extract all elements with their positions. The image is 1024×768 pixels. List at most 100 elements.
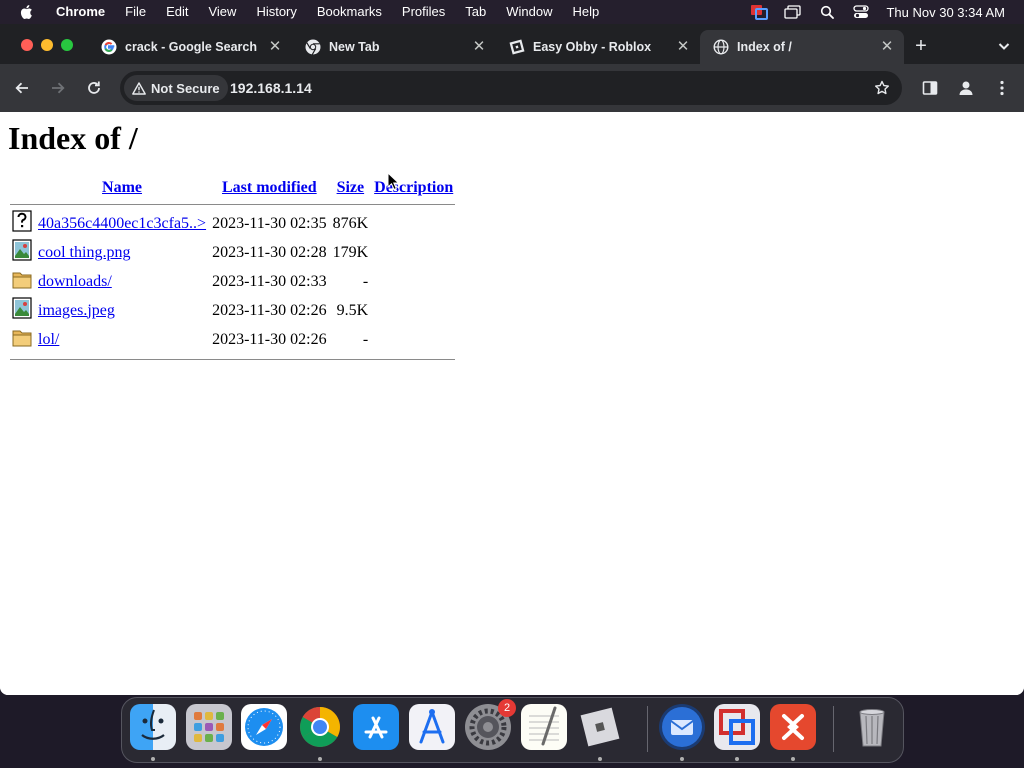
side-panel-button[interactable] — [920, 78, 940, 98]
running-indicator — [598, 757, 602, 761]
profile-button[interactable] — [956, 78, 976, 98]
close-tab-icon[interactable]: ✕ — [472, 39, 486, 54]
dock-textedit-icon[interactable] — [521, 704, 567, 750]
spotlight-search-icon[interactable] — [816, 4, 838, 20]
macos-dock: 2 — [121, 697, 904, 763]
reload-button[interactable] — [84, 78, 104, 98]
dock-parallels-icon[interactable] — [714, 704, 760, 750]
tab-strip: crack - Google Search ✕ New Tab ✕ Easy O… — [0, 24, 1024, 64]
tab-title: Index of / — [737, 40, 792, 54]
dock-trash-icon[interactable] — [849, 704, 895, 750]
menu-edit[interactable]: Edit — [156, 0, 198, 24]
screen-mirroring-icon[interactable] — [782, 4, 804, 20]
tab-new-tab[interactable]: New Tab ✕ — [292, 30, 496, 64]
tab-title: crack - Google Search — [125, 40, 258, 54]
menu-history[interactable]: History — [246, 0, 306, 24]
textedit-icon — [529, 706, 559, 746]
modified-cell: 2023-11-30 02:28 — [212, 243, 327, 261]
forward-button[interactable] — [48, 78, 68, 98]
file-link[interactable]: 40a356c4400ec1c3cfa5..> — [38, 215, 206, 232]
dock-roblox-icon[interactable] — [577, 704, 623, 750]
menu-profiles[interactable]: Profiles — [392, 0, 455, 24]
folder-icon — [12, 330, 32, 347]
running-indicator — [735, 757, 739, 761]
folder-icon — [12, 272, 32, 289]
menu-window[interactable]: Window — [496, 0, 562, 24]
menu-file[interactable]: File — [115, 0, 156, 24]
url-text[interactable]: 192.168.1.14 — [230, 71, 312, 105]
menu-view[interactable]: View — [198, 0, 246, 24]
control-center-icon[interactable] — [850, 4, 872, 20]
dock-separator — [833, 706, 834, 752]
chrome-menu-button[interactable] — [992, 78, 1012, 98]
menubar-clock[interactable]: Thu Nov 30 3:34 AM — [886, 5, 1005, 20]
back-arrow-icon — [15, 82, 28, 94]
close-tab-icon[interactable]: ✕ — [676, 39, 690, 54]
minimize-window-button[interactable] — [41, 39, 53, 51]
dock-safari-icon[interactable] — [241, 704, 287, 750]
dock-thunderbird-icon[interactable] — [659, 704, 705, 750]
menu-help[interactable]: Help — [563, 0, 610, 24]
parallels-icon — [719, 709, 755, 745]
folder-link[interactable]: lol/ — [38, 331, 59, 348]
menu-bookmarks[interactable]: Bookmarks — [307, 0, 392, 24]
sort-by-description-link[interactable]: Description — [374, 179, 453, 196]
bookmark-star-icon[interactable] — [874, 80, 890, 96]
dock-system-settings-icon[interactable]: 2 — [465, 699, 516, 750]
globe-icon — [713, 39, 729, 55]
tab-google-search[interactable]: crack - Google Search ✕ — [88, 30, 292, 64]
sort-by-size-link[interactable]: Size — [337, 179, 365, 196]
description-cell — [372, 297, 455, 324]
size-cell: 9.5K — [336, 301, 369, 319]
menu-chrome[interactable]: Chrome — [52, 0, 115, 24]
parallels-status-icon[interactable] — [748, 4, 770, 20]
dock-remote-desktop-icon[interactable] — [770, 704, 816, 750]
browser-toolbar: Not Secure 192.168.1.14 — [0, 64, 1024, 112]
tab-title: Easy Obby - Roblox — [533, 40, 652, 54]
size-cell: 876K — [332, 214, 369, 232]
chrome-icon — [305, 39, 321, 55]
security-label: Not Secure — [151, 80, 220, 96]
dock-launchpad-icon[interactable] — [186, 704, 232, 750]
apple-icon[interactable] — [18, 3, 36, 21]
dock-app-store-icon[interactable] — [353, 704, 399, 750]
table-row: downloads/ 2023-11-30 02:33 - — [10, 268, 455, 295]
dock-chrome-icon[interactable] — [297, 704, 343, 750]
tab-index-of[interactable]: Index of / ✕ — [700, 30, 904, 64]
sort-by-name-link[interactable]: Name — [102, 179, 142, 196]
tab-roblox[interactable]: Easy Obby - Roblox ✕ — [496, 30, 700, 64]
sort-by-modified-link[interactable]: Last modified — [222, 179, 317, 196]
new-tab-button[interactable]: + — [912, 36, 930, 56]
mouse-cursor-icon — [387, 172, 399, 190]
address-bar[interactable]: Not Secure 192.168.1.14 — [120, 71, 902, 105]
notification-badge: 2 — [498, 699, 516, 717]
file-link[interactable]: cool thing.png — [38, 244, 130, 261]
app-store-icon — [364, 716, 388, 739]
column-name: Name — [36, 178, 208, 198]
modified-cell: 2023-11-30 02:26 — [212, 330, 327, 348]
chevron-down-icon[interactable] — [996, 38, 1012, 54]
menu-tab[interactable]: Tab — [455, 0, 496, 24]
roblox-logo-icon — [580, 707, 620, 747]
folder-link[interactable]: downloads/ — [38, 273, 112, 290]
image-file-icon — [12, 239, 32, 261]
running-indicator — [680, 757, 684, 761]
size-cell: - — [362, 330, 369, 348]
dock-separator — [647, 706, 648, 752]
divider — [10, 203, 456, 205]
modified-cell: 2023-11-30 02:35 — [212, 214, 327, 232]
back-button[interactable] — [12, 78, 32, 98]
size-cell: 179K — [332, 243, 369, 261]
running-indicator — [318, 757, 322, 761]
more-vert-icon — [1000, 80, 1004, 96]
zoom-window-button[interactable] — [61, 39, 73, 51]
security-indicator[interactable]: Not Secure — [124, 75, 228, 101]
dock-instruments-icon[interactable] — [409, 704, 455, 750]
close-tab-icon[interactable]: ✕ — [880, 39, 894, 54]
directory-listing: Name Last modified Size Description 40a3… — [8, 176, 457, 365]
close-tab-icon[interactable]: ✕ — [268, 39, 282, 54]
dock-finder-icon[interactable] — [130, 704, 176, 750]
file-link[interactable]: images.jpeg — [38, 302, 115, 319]
running-indicator — [151, 757, 155, 761]
close-window-button[interactable] — [21, 39, 33, 51]
